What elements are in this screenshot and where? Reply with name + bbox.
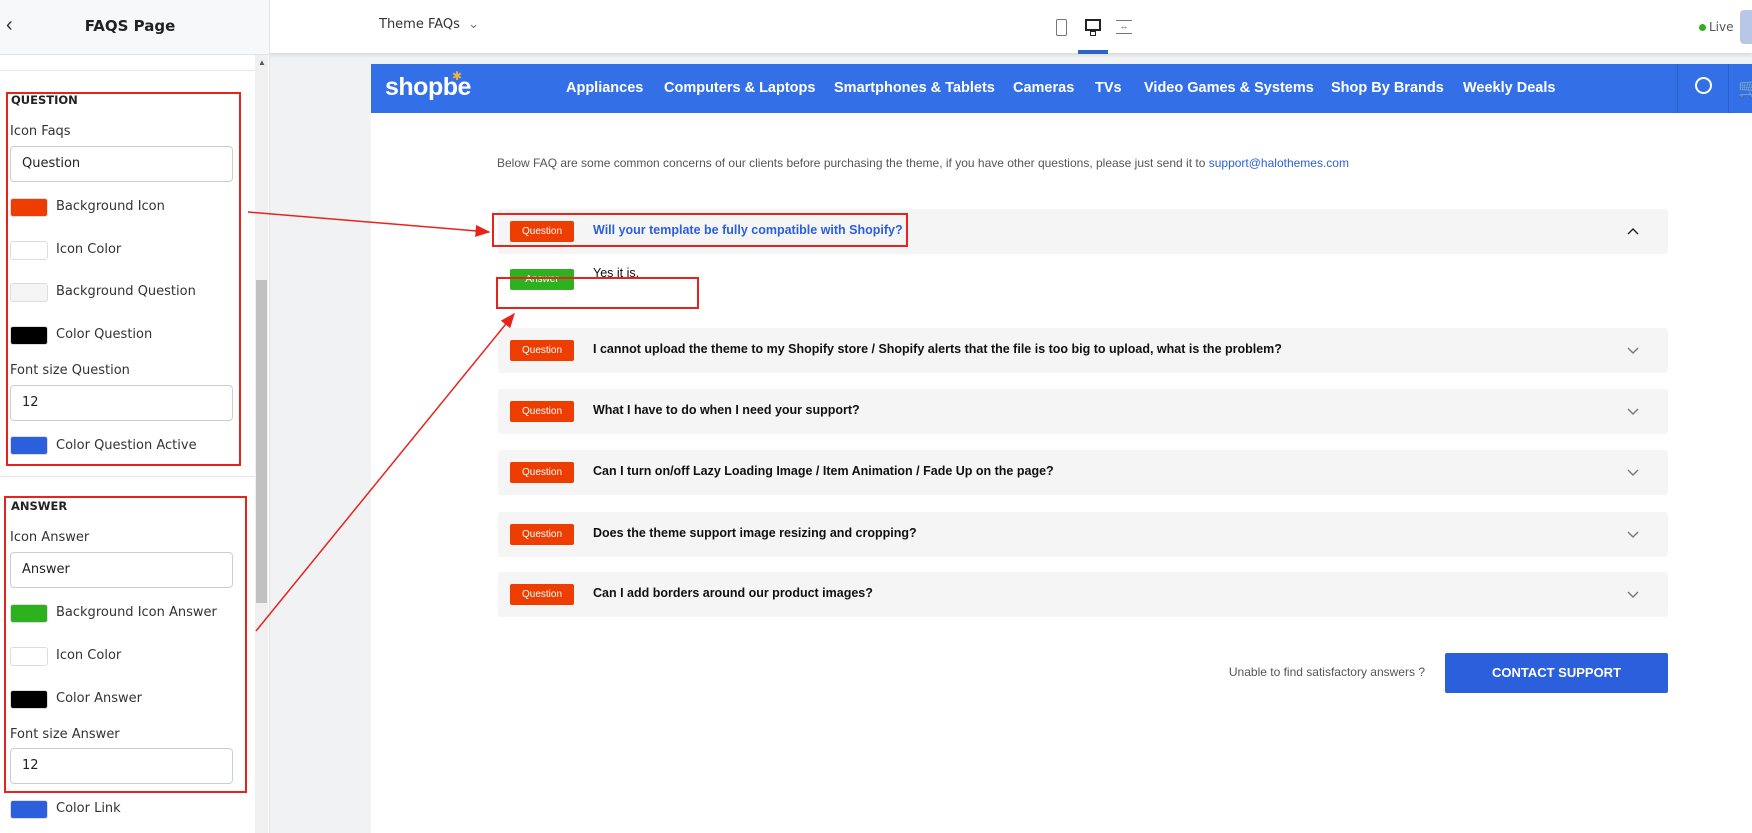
annotation-overlay [247, 211, 908, 632]
annotation-arrow [255, 312, 515, 632]
question-highlight-box [492, 213, 908, 247]
answer-highlight-box [496, 277, 699, 309]
annotation-arrow [247, 211, 491, 237]
